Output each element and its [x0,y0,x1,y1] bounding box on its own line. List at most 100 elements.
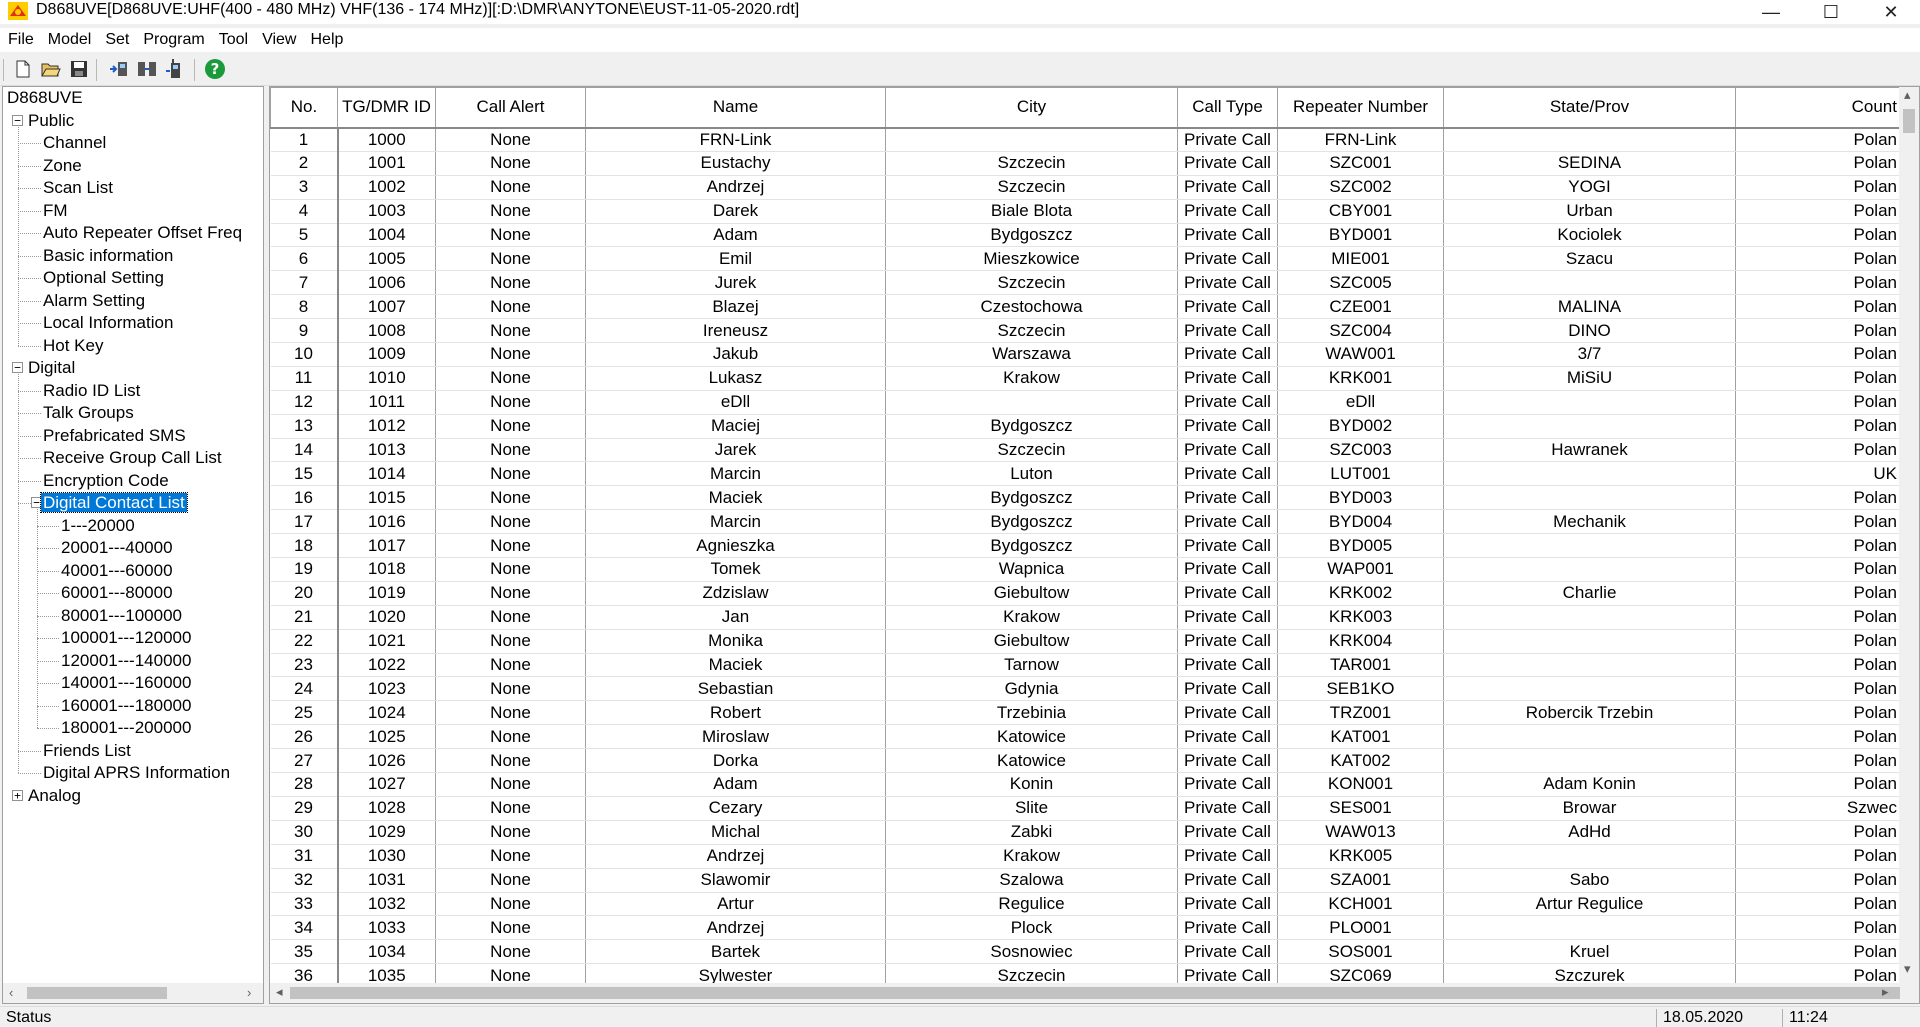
cell-name[interactable]: Jurek [585,270,886,296]
tree-item-range-7[interactable]: 120001---140000 [59,650,193,672]
cell-call-alert[interactable]: None [435,485,586,511]
tree-item-range-5[interactable]: 80001---100000 [59,605,184,627]
maximize-button[interactable]: ☐ [1802,0,1860,24]
cell-call-alert[interactable]: None [435,868,586,893]
cell-no[interactable]: 25 [270,700,339,726]
cell-state-prov[interactable]: Mechanik [1443,509,1736,535]
cell-no[interactable]: 34 [270,915,339,941]
table-row[interactable]: 1 1000 None FRN-Link Private Call FRN-Link Pol… [270,127,1900,152]
cell-tg-dmr-id[interactable]: 1001 [337,151,436,176]
menu-set[interactable]: Set [98,28,136,52]
menu-program[interactable]: Program [136,28,211,52]
cell-country[interactable]: Szwec [1735,796,1900,821]
cell-call-type[interactable]: Private Call [1177,868,1278,893]
table-row[interactable]: 13 1012 None Maciej Bydgoszcz Private Call BYD… [270,414,1900,439]
cell-name[interactable]: Emil [585,246,886,272]
cell-call-alert[interactable]: None [435,199,586,224]
cell-name[interactable]: Cezary [585,796,886,821]
digital-expander[interactable]: − [12,362,23,373]
cell-call-alert[interactable]: None [435,676,586,702]
cell-no[interactable]: 13 [270,414,339,439]
cell-country[interactable]: Polan [1735,676,1900,702]
cell-no[interactable]: 6 [270,246,339,272]
tree-item-hot-key[interactable]: Hot Key [41,335,105,357]
cell-repeater-number[interactable]: SZC001 [1277,151,1444,176]
cell-country[interactable]: Polan [1735,438,1900,463]
cell-call-type[interactable]: Private Call [1177,796,1278,821]
tree-item-prefabricated-sms[interactable]: Prefabricated SMS [41,425,188,447]
cell-name[interactable]: Jakub [585,342,886,367]
table-row[interactable]: 14 1013 None Jarek Szczecin Private Call SZC00… [270,438,1900,463]
table-row[interactable]: 23 1022 None Maciek Tarnow Private Call TAR001… [270,653,1900,678]
table-row[interactable]: 24 1023 None Sebastian Gdynia Private Call SEB… [270,676,1900,702]
cell-no[interactable]: 16 [270,485,339,511]
cell-name[interactable]: Bartek [585,939,886,965]
cell-call-type[interactable]: Private Call [1177,748,1278,774]
cell-call-type[interactable]: Private Call [1177,557,1278,582]
cell-city[interactable]: Szalowa [885,868,1178,893]
cell-tg-dmr-id[interactable]: 1020 [337,605,436,630]
column-header-call-type[interactable]: Call Type [1177,87,1278,129]
table-row[interactable]: 32 1031 None Slawomir Szalowa Private Call SZA… [270,868,1900,893]
cell-city[interactable]: Bydgoszcz [885,533,1178,559]
column-header-repeater-number[interactable]: Repeater Number [1277,87,1444,129]
cell-no[interactable]: 8 [270,294,339,320]
tree-scroll-thumb[interactable] [27,987,167,999]
table-row[interactable]: 17 1016 None Marcin Bydgoszcz Private Call BYD… [270,509,1900,535]
cell-tg-dmr-id[interactable]: 1002 [337,175,436,200]
cell-city[interactable] [885,390,1178,415]
menu-file[interactable]: File [0,28,41,52]
cell-name[interactable]: Eustachy [585,151,886,176]
cell-repeater-number[interactable]: WAW013 [1277,820,1444,845]
tree-item-auto-repeater-offset-freq[interactable]: Auto Repeater Offset Freq [41,222,244,244]
cell-country[interactable]: Polan [1735,844,1900,869]
cell-tg-dmr-id[interactable]: 1003 [337,199,436,224]
cell-call-type[interactable]: Private Call [1177,820,1278,845]
cell-repeater-number[interactable]: PLO001 [1277,915,1444,941]
cell-call-type[interactable]: Private Call [1177,318,1278,344]
cell-repeater-number[interactable]: KRK004 [1277,629,1444,654]
cell-city[interactable]: Szczecin [885,175,1178,200]
cell-state-prov[interactable]: AdHd [1443,820,1736,845]
cell-name[interactable]: Marcin [585,461,886,487]
cell-call-alert[interactable]: None [435,414,586,439]
cell-call-alert[interactable]: None [435,748,586,774]
table-row[interactable]: 2 1001 None Eustachy Szczecin Private Call SZC… [270,151,1900,176]
cell-name[interactable]: Miroslaw [585,724,886,750]
cell-country[interactable]: Polan [1735,892,1900,917]
cell-name[interactable]: Adam [585,223,886,248]
cell-state-prov[interactable]: MiSiU [1443,366,1736,391]
column-header-city[interactable]: City [885,87,1178,129]
cell-city[interactable]: Biale Blota [885,199,1178,224]
cell-call-alert[interactable]: None [435,939,586,965]
cell-state-prov[interactable]: Adam Konin [1443,772,1736,797]
cell-city[interactable]: Gdynia [885,676,1178,702]
cell-city[interactable]: Czestochowa [885,294,1178,320]
cell-state-prov[interactable]: Browar [1443,796,1736,821]
table-row[interactable]: 31 1030 None Andrzej Krakow Private Call KRK00… [270,844,1900,869]
cell-repeater-number[interactable]: SES001 [1277,796,1444,821]
cell-call-alert[interactable]: None [435,294,586,320]
column-header-call-alert[interactable]: Call Alert [435,87,586,129]
cell-name[interactable]: Ireneusz [585,318,886,344]
cell-tg-dmr-id[interactable]: 1008 [337,318,436,344]
cell-state-prov[interactable]: Kruel [1443,939,1736,965]
cell-no[interactable]: 22 [270,629,339,654]
cell-tg-dmr-id[interactable]: 1021 [337,629,436,654]
cell-country[interactable]: Polan [1735,223,1900,248]
table-row[interactable]: 11 1010 None Lukasz Krakow Private Call KRK001… [270,366,1900,391]
radio-device-button[interactable] [164,58,186,80]
cell-no[interactable]: 4 [270,199,339,224]
new-file-button[interactable] [12,58,34,80]
cell-call-type[interactable]: Private Call [1177,175,1278,200]
cell-country[interactable]: Polan [1735,724,1900,750]
cell-no[interactable]: 24 [270,676,339,702]
cell-city[interactable]: Szczecin [885,270,1178,296]
cell-repeater-number[interactable]: BYD003 [1277,485,1444,511]
cell-city[interactable] [885,127,1178,152]
column-header-country[interactable]: Count [1735,87,1900,129]
cell-state-prov[interactable] [1443,461,1736,487]
cell-country[interactable]: Polan [1735,629,1900,654]
cell-country[interactable]: UK [1735,461,1900,487]
cell-city[interactable]: Szczecin [885,318,1178,344]
